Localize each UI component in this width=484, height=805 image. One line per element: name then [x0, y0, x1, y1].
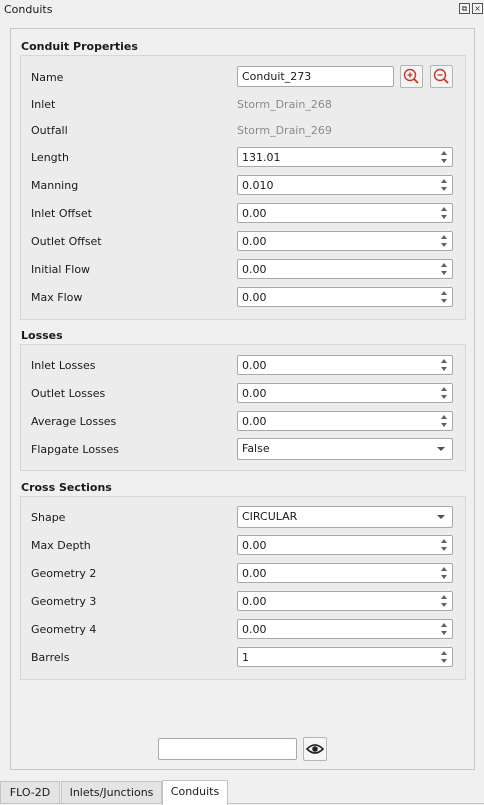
spin-arrows-icon[interactable] — [440, 386, 449, 400]
manning-value: 0.010 — [242, 179, 274, 192]
zoom-in-button[interactable] — [400, 65, 423, 88]
geometry-4-value: 0.00 — [242, 623, 267, 636]
outlet-offset-value: 0.00 — [242, 235, 267, 248]
inlet-losses-value: 0.00 — [242, 359, 267, 372]
search-input[interactable] — [158, 738, 297, 760]
eye-icon — [305, 744, 325, 754]
zoom-out-button[interactable] — [430, 65, 453, 88]
spin-arrows-icon[interactable] — [440, 358, 449, 372]
outfall-value: Storm_Drain_269 — [237, 124, 332, 137]
outlet-losses-spinbox[interactable]: 0.00 — [237, 383, 453, 403]
average-losses-value: 0.00 — [242, 415, 267, 428]
close-icon[interactable]: × — [472, 3, 483, 14]
inlet-losses-spinbox[interactable]: 0.00 — [237, 355, 453, 375]
geometry-4-spinbox[interactable]: 0.00 — [237, 619, 453, 639]
length-spinbox[interactable]: 131.01 — [237, 147, 453, 167]
spin-arrows-icon[interactable] — [440, 650, 449, 664]
length-value: 131.01 — [242, 151, 281, 164]
manning-label: Manning — [31, 179, 79, 192]
name-field[interactable]: Conduit_273 — [237, 66, 394, 87]
average-losses-label: Average Losses — [31, 415, 117, 428]
inlet-offset-value: 0.00 — [242, 207, 267, 220]
tab-flo-2d[interactable]: FLO-2D — [0, 781, 60, 803]
length-label: Length — [31, 151, 69, 164]
tab-inlets-junctions[interactable]: Inlets/Junctions — [61, 781, 162, 803]
spin-arrows-icon[interactable] — [440, 234, 449, 248]
max-depth-value: 0.00 — [242, 539, 267, 552]
spin-arrows-icon[interactable] — [440, 290, 449, 304]
spin-arrows-icon[interactable] — [440, 594, 449, 608]
shape-value: CIRCULAR — [242, 510, 298, 523]
max-flow-value: 0.00 — [242, 291, 267, 304]
outlet-offset-spinbox[interactable]: 0.00 — [237, 231, 453, 251]
max-flow-spinbox[interactable]: 0.00 — [237, 287, 453, 307]
spin-arrows-icon[interactable] — [440, 414, 449, 428]
conduit-properties-title: Conduit Properties — [21, 40, 138, 53]
name-value: Conduit_273 — [242, 70, 312, 83]
geometry-3-spinbox[interactable]: 0.00 — [237, 591, 453, 611]
window-title: Conduits — [4, 3, 53, 16]
shape-label: Shape — [31, 511, 66, 524]
inlet-label: Inlet — [31, 98, 56, 111]
geometry-2-value: 0.00 — [242, 567, 267, 580]
tab-conduits[interactable]: Conduits — [162, 780, 228, 805]
spin-arrows-icon[interactable] — [440, 538, 449, 552]
inlet-value: Storm_Drain_268 — [237, 98, 332, 111]
shape-combo[interactable]: CIRCULAR — [237, 506, 453, 528]
tab-bar-line — [0, 803, 484, 804]
geometry-3-label: Geometry 3 — [31, 595, 97, 608]
cross-sections-title: Cross Sections — [21, 481, 112, 494]
window-title-bar: Conduits ⧉ × — [0, 0, 484, 20]
initial-flow-spinbox[interactable]: 0.00 — [237, 259, 453, 279]
max-flow-label: Max Flow — [31, 291, 83, 304]
float-icon[interactable]: ⧉ — [459, 3, 470, 14]
geometry-2-spinbox[interactable]: 0.00 — [237, 563, 453, 583]
spin-arrows-icon[interactable] — [440, 150, 449, 164]
spin-arrows-icon[interactable] — [440, 566, 449, 580]
chevron-down-icon — [437, 515, 445, 519]
outlet-losses-value: 0.00 — [242, 387, 267, 400]
spin-arrows-icon[interactable] — [440, 178, 449, 192]
outfall-label: Outfall — [31, 124, 68, 137]
spin-arrows-icon[interactable] — [440, 622, 449, 636]
chevron-down-icon — [437, 447, 445, 451]
outlet-offset-label: Outlet Offset — [31, 235, 102, 248]
barrels-label: Barrels — [31, 651, 70, 664]
geometry-4-label: Geometry 4 — [31, 623, 97, 636]
geometry-3-value: 0.00 — [242, 595, 267, 608]
zoom-out-icon — [433, 68, 449, 84]
max-depth-label: Max Depth — [31, 539, 91, 552]
barrels-value: 1 — [242, 651, 249, 664]
average-losses-spinbox[interactable]: 0.00 — [237, 411, 453, 431]
eye-button[interactable] — [303, 737, 327, 761]
barrels-spinbox[interactable]: 1 — [237, 647, 453, 667]
initial-flow-value: 0.00 — [242, 263, 267, 276]
inlet-offset-label: Inlet Offset — [31, 207, 92, 220]
manning-spinbox[interactable]: 0.010 — [237, 175, 453, 195]
flapgate-losses-value: False — [242, 442, 270, 455]
zoom-in-icon — [403, 68, 419, 84]
losses-title: Losses — [21, 329, 63, 342]
name-label: Name — [31, 71, 64, 84]
geometry-2-label: Geometry 2 — [31, 567, 97, 580]
flapgate-losses-label: Flapgate Losses — [31, 443, 120, 456]
inlet-losses-label: Inlet Losses — [31, 359, 96, 372]
max-depth-spinbox[interactable]: 0.00 — [237, 535, 453, 555]
inlet-offset-spinbox[interactable]: 0.00 — [237, 203, 453, 223]
initial-flow-label: Initial Flow — [31, 263, 91, 276]
spin-arrows-icon[interactable] — [440, 206, 449, 220]
spin-arrows-icon[interactable] — [440, 262, 449, 276]
flapgate-losses-combo[interactable]: False — [237, 438, 453, 460]
outlet-losses-label: Outlet Losses — [31, 387, 106, 400]
